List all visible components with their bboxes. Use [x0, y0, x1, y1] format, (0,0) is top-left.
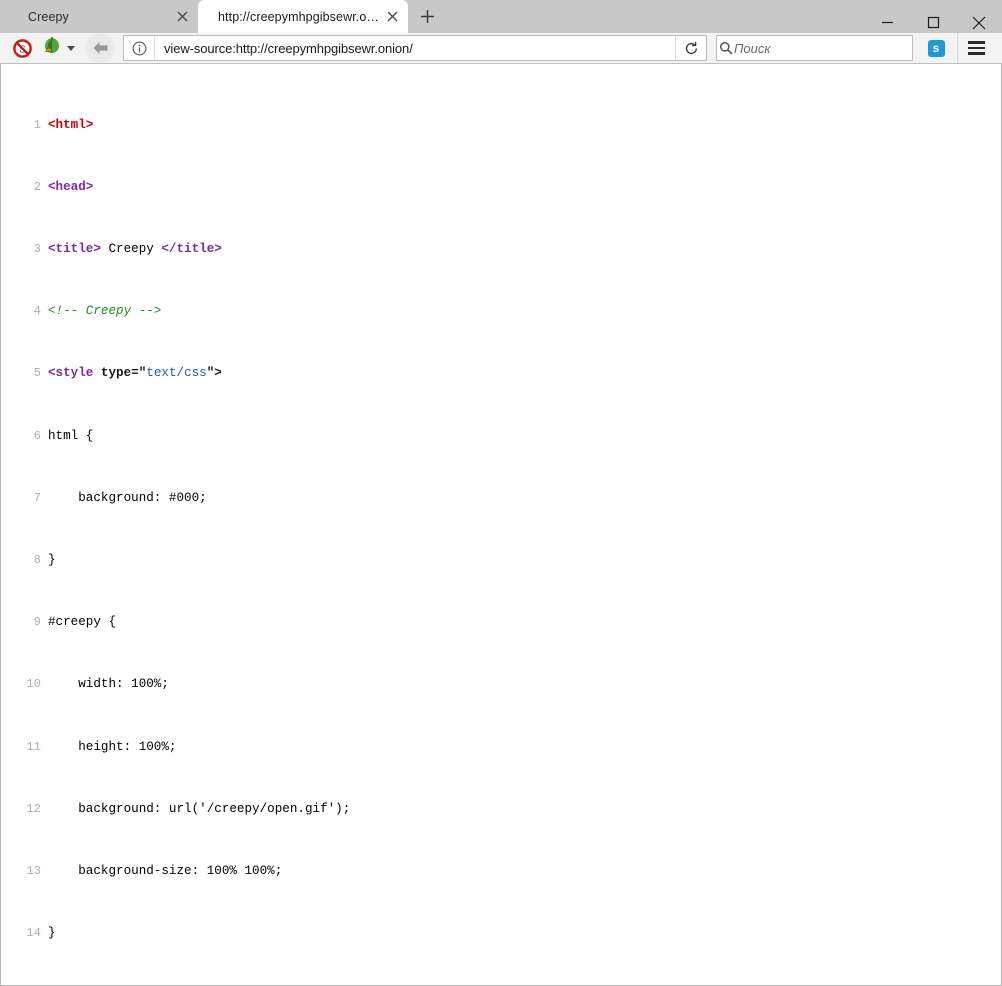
tab-bar: Creepy http://creepymhpgibsewr.oni...	[0, 0, 1002, 33]
line-number: 6	[1, 429, 41, 445]
tab-title: Creepy	[28, 10, 172, 24]
source-line: 9 #creepy {	[1, 615, 1001, 631]
line-code: <html>	[41, 118, 93, 134]
source-line: 11 height: 100%;	[1, 740, 1001, 756]
source-line: 7 background: #000;	[1, 491, 1001, 507]
tab-view-source[interactable]: http://creepymhpgibsewr.oni...	[198, 0, 408, 33]
source-code-listing: 1 <html> 2 <head> 3 <title> Creepy </tit…	[1, 64, 1001, 986]
source-line: 8 }	[1, 553, 1001, 569]
menu-line	[968, 47, 985, 50]
token-attr: type=	[93, 366, 138, 380]
line-code: background-size: 100% 100%;	[41, 864, 282, 880]
window-controls	[864, 0, 1002, 45]
new-tab-button[interactable]	[412, 1, 442, 31]
line-code: }	[41, 553, 56, 569]
token-html-tag: <html>	[48, 118, 93, 132]
tab-close-icon[interactable]	[382, 7, 402, 27]
line-number: 10	[1, 677, 41, 693]
source-line: 14 }	[1, 926, 1001, 942]
reload-icon[interactable]	[675, 36, 706, 60]
browser-window: Creepy http://creepymhpgibsewr.oni...	[0, 0, 1002, 986]
token-comment: <!-- Creepy -->	[48, 304, 161, 318]
chevron-down-icon	[67, 46, 75, 51]
line-number: 4	[1, 304, 41, 320]
identity-info-icon[interactable]	[124, 36, 155, 60]
line-number: 2	[1, 180, 41, 196]
source-line: 3 <title> Creepy </title>	[1, 242, 1001, 258]
line-code: <style type="text/css">	[41, 366, 222, 382]
address-text: view-source:http://creepymhpgibsewr.onio…	[155, 41, 675, 56]
token-text: Creepy	[101, 242, 161, 256]
line-number: 9	[1, 615, 41, 631]
source-line: 6 html {	[1, 429, 1001, 445]
token-tag: </title>	[161, 242, 221, 256]
source-line: 4 <!-- Creepy -->	[1, 304, 1001, 320]
line-code: html {	[41, 429, 93, 445]
line-code: <!-- Creepy -->	[41, 304, 161, 320]
line-code: #creepy {	[41, 615, 116, 631]
line-code: background: #000;	[41, 491, 207, 507]
tab-creepy[interactable]: Creepy	[8, 0, 198, 33]
token-tag: <head>	[48, 180, 93, 194]
address-bar[interactable]: view-source:http://creepymhpgibsewr.onio…	[123, 35, 707, 61]
token-tag: <style	[48, 366, 93, 380]
line-code: }	[41, 926, 56, 942]
line-number: 1	[1, 118, 41, 134]
line-code: <title> Creepy </title>	[41, 242, 222, 258]
noscript-icon[interactable]: S	[8, 34, 36, 62]
minimize-button[interactable]	[864, 0, 910, 45]
source-line: 10 width: 100%;	[1, 677, 1001, 693]
onion-icon	[42, 36, 62, 60]
line-number: 14	[1, 926, 41, 942]
view-source-content[interactable]: 1 <html> 2 <head> 3 <title> Creepy </tit…	[0, 64, 1002, 986]
line-number: 7	[1, 491, 41, 507]
source-line: 1 <html>	[1, 118, 1001, 134]
line-code: background: url('/creepy/open.gif');	[41, 802, 350, 818]
tab-close-icon[interactable]	[172, 7, 192, 27]
token-tag: <title>	[48, 242, 101, 256]
line-number: 11	[1, 740, 41, 756]
line-number: 13	[1, 864, 41, 880]
line-number: 8	[1, 553, 41, 569]
token-quote: ">	[207, 366, 222, 380]
line-code: <head>	[41, 180, 93, 196]
maximize-button[interactable]	[910, 0, 956, 45]
line-code: width: 100%;	[41, 677, 169, 693]
source-line: 2 <head>	[1, 180, 1001, 196]
navigation-toolbar: S	[0, 33, 1002, 64]
token-value: text/css	[146, 366, 206, 380]
source-line: 13 background-size: 100% 100%;	[1, 864, 1001, 880]
line-number: 12	[1, 802, 41, 818]
source-line: 12 background: url('/creepy/open.gif');	[1, 802, 1001, 818]
tor-onion-button[interactable]	[42, 36, 75, 60]
line-number: 3	[1, 242, 41, 258]
line-number: 5	[1, 366, 41, 382]
line-code: height: 100%;	[41, 740, 176, 756]
back-button[interactable]	[85, 33, 115, 63]
tab-title: http://creepymhpgibsewr.oni...	[218, 10, 382, 24]
source-line: 5 <style type="text/css">	[1, 366, 1001, 382]
close-button[interactable]	[956, 0, 1002, 45]
menu-line	[968, 52, 985, 55]
search-icon	[717, 41, 734, 55]
